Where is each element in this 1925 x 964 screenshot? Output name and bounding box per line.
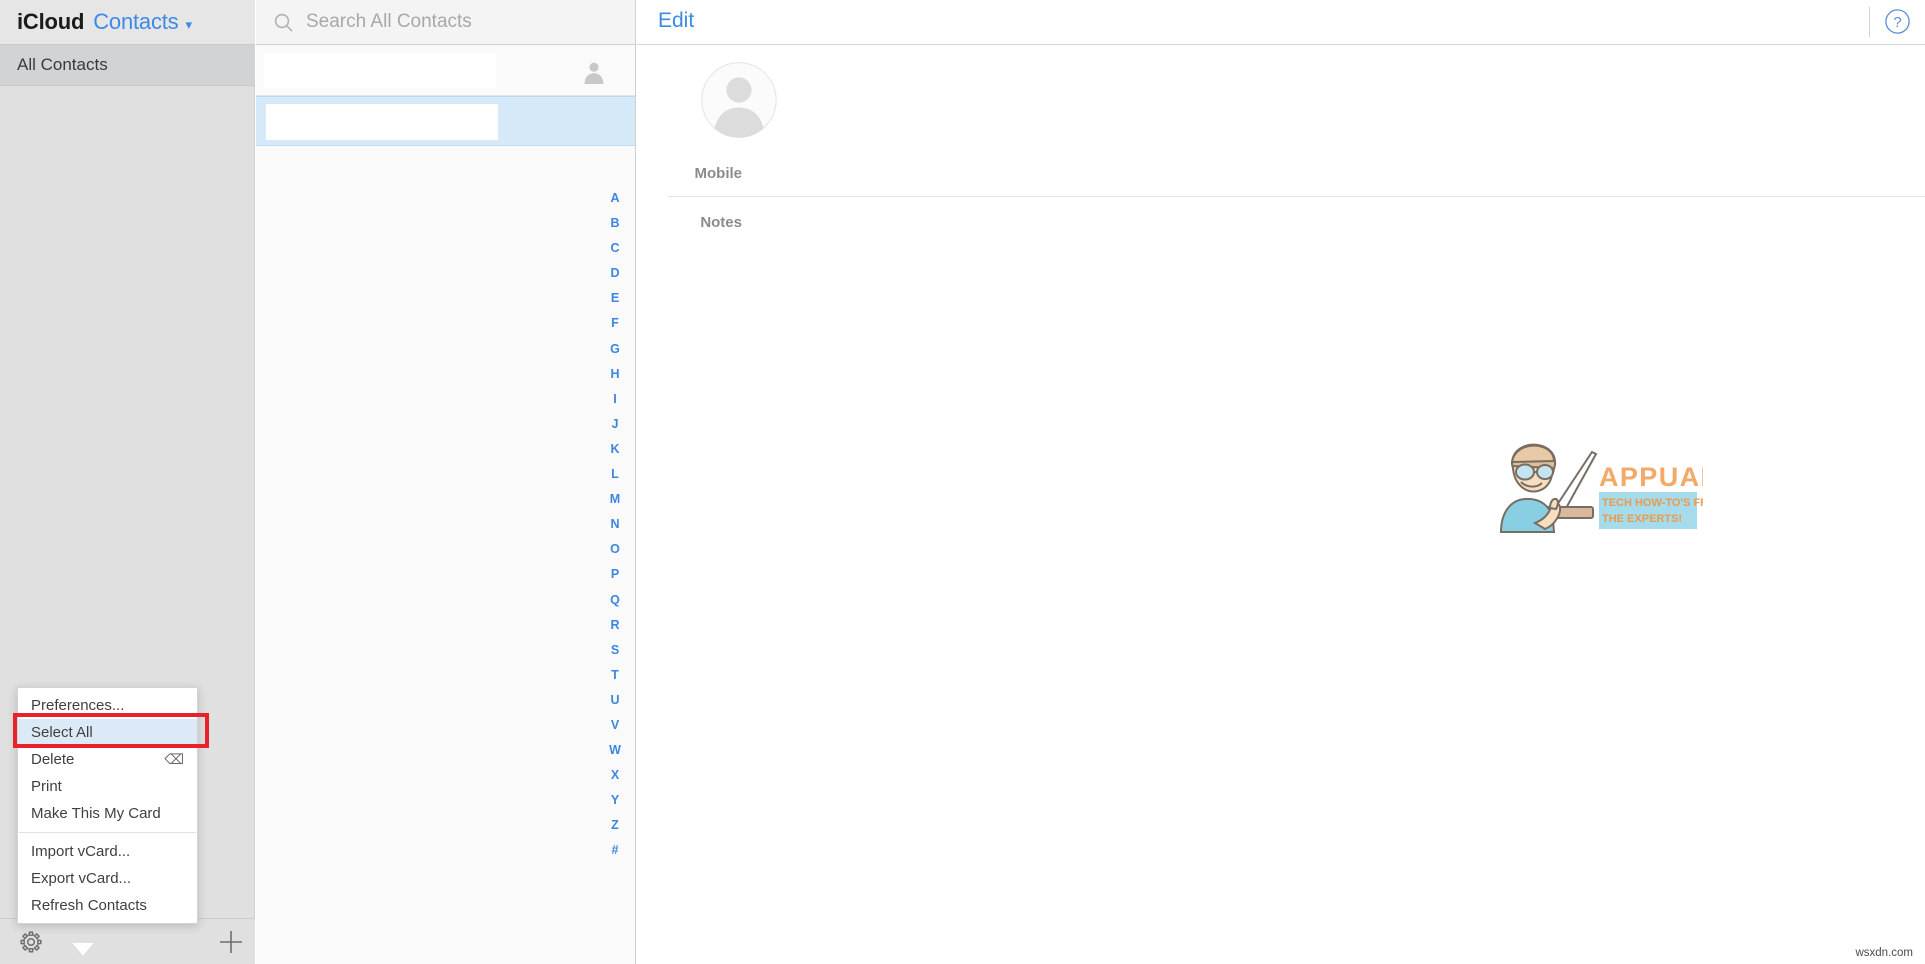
alpha-index-letter[interactable]: D xyxy=(610,261,619,286)
contact-list-item-selected[interactable] xyxy=(256,96,635,146)
alpha-index-letter[interactable]: K xyxy=(610,437,619,462)
alpha-index-letter[interactable]: Q xyxy=(610,588,620,613)
menu-item-import-vcard[interactable]: Import vCard... xyxy=(18,838,197,865)
contact-list-item[interactable] xyxy=(256,46,635,96)
svg-text:APPUALS: APPUALS xyxy=(1599,462,1703,492)
person-icon xyxy=(584,62,604,84)
alpha-index-letter[interactable]: P xyxy=(611,562,619,587)
alpha-index-letter[interactable]: R xyxy=(610,613,619,638)
menu-item-print[interactable]: Print xyxy=(18,773,197,800)
gear-icon[interactable] xyxy=(16,927,46,957)
app-switcher-label[interactable]: Contacts xyxy=(93,9,178,35)
alpha-index-letter[interactable]: X xyxy=(611,763,619,788)
alpha-index-letter[interactable]: # xyxy=(612,838,619,863)
sidebar-header: iCloud Contacts ▾ xyxy=(0,0,255,45)
menu-item-label: Preferences... xyxy=(31,697,125,714)
menu-separator xyxy=(19,832,196,833)
plus-icon[interactable] xyxy=(215,926,247,958)
alpha-index-letter[interactable]: H xyxy=(610,362,619,387)
search-input[interactable] xyxy=(304,10,608,34)
alpha-index-letter[interactable]: L xyxy=(611,462,619,487)
redacted-contact-name xyxy=(266,104,498,140)
search-bar xyxy=(256,0,635,45)
menu-item-label: Refresh Contacts xyxy=(31,897,147,914)
menu-item-label: Select All xyxy=(31,724,93,741)
alpha-index-letter[interactable]: N xyxy=(610,512,619,537)
alpha-index-letter[interactable]: I xyxy=(613,387,616,412)
field-divider xyxy=(667,196,1925,197)
icloud-brand: iCloud xyxy=(17,9,84,35)
alpha-index-letter[interactable]: S xyxy=(611,638,619,663)
alpha-index-letter[interactable]: O xyxy=(610,537,620,562)
menu-pointer xyxy=(72,943,94,956)
contact-list-panel: ABCDEFGHIJKLMNOPQRSTUVWXYZ# xyxy=(256,0,636,964)
field-label-mobile: Mobile xyxy=(694,165,743,182)
alpha-index-letter[interactable]: A xyxy=(610,186,619,211)
sidebar-toolbar xyxy=(0,918,255,964)
field-label-notes: Notes xyxy=(700,214,742,231)
menu-item-label: Export vCard... xyxy=(31,870,132,887)
alpha-index-letter[interactable]: J xyxy=(612,412,619,437)
alpha-index-letter[interactable]: U xyxy=(610,688,619,713)
svg-text:THE EXPERTS!: THE EXPERTS! xyxy=(1602,513,1682,525)
menu-item-make-this-my-card[interactable]: Make This My Card xyxy=(18,800,197,827)
alpha-index-letter[interactable]: F xyxy=(611,311,619,336)
alpha-index-letter[interactable]: Y xyxy=(611,788,619,813)
avatar xyxy=(701,62,777,138)
alpha-index-letter[interactable]: G xyxy=(610,337,620,362)
svg-text:?: ? xyxy=(1893,14,1901,31)
alpha-index-letter[interactable]: C xyxy=(610,236,619,261)
menu-item-label: Make This My Card xyxy=(31,805,161,822)
icloud-contacts-app: iCloud Contacts ▾ All Contacts Search Al… xyxy=(0,0,1925,964)
appuals-watermark: APPUALS TECH HOW-TO'S FROM THE EXPERTS! xyxy=(1499,443,1703,533)
alpha-index-letter[interactable]: T xyxy=(611,663,619,688)
search-icon xyxy=(274,13,293,32)
menu-item-delete[interactable]: Delete ⌫ xyxy=(18,746,197,773)
alpha-index-letter[interactable]: M xyxy=(610,487,620,512)
detail-toolbar: Edit ? xyxy=(637,0,1925,45)
settings-context-menu: Preferences... Select All Delete ⌫ Print Make… xyxy=(17,687,198,924)
question-circle-icon[interactable]: ? xyxy=(1884,8,1911,35)
alpha-index-letter[interactable]: V xyxy=(611,713,619,738)
alpha-index-letter[interactable]: Z xyxy=(611,813,619,838)
site-watermark: wsxdn.com xyxy=(1855,947,1913,959)
sidebar-item-label: All Contacts xyxy=(17,55,108,74)
edit-button[interactable]: Edit xyxy=(658,9,694,33)
svg-text:TECH HOW-TO'S FROM: TECH HOW-TO'S FROM xyxy=(1602,497,1703,509)
toolbar-divider xyxy=(1869,7,1870,37)
alphabet-index: A B C D E F G H I J K L M N O P Q R S T U V W X Y Z # xyxy=(604,186,626,864)
alpha-index-letter[interactable]: E xyxy=(611,286,619,311)
menu-item-label: Import vCard... xyxy=(31,843,131,860)
menu-item-select-all[interactable]: Select All xyxy=(18,719,197,746)
brand-text: iCloud xyxy=(17,9,85,34)
redacted-contact-name xyxy=(264,54,496,88)
sidebar-item-all-contacts[interactable]: All Contacts xyxy=(0,45,255,86)
menu-item-label: Delete xyxy=(31,751,75,768)
contact-detail-panel: Edit ? Mobile Notes APPUA TECH HOW-TO'S … xyxy=(637,0,1925,964)
alpha-index-letter[interactable]: W xyxy=(609,738,621,763)
menu-item-label: Print xyxy=(31,778,62,795)
chevron-down-icon[interactable]: ▾ xyxy=(185,18,192,31)
menu-item-export-vcard[interactable]: Export vCard... xyxy=(18,865,197,892)
menu-item-preferences[interactable]: Preferences... xyxy=(18,692,197,719)
alpha-index-letter[interactable]: B xyxy=(610,211,619,236)
menu-item-shortcut: ⌫ xyxy=(164,751,184,767)
menu-item-refresh-contacts[interactable]: Refresh Contacts xyxy=(18,892,197,919)
